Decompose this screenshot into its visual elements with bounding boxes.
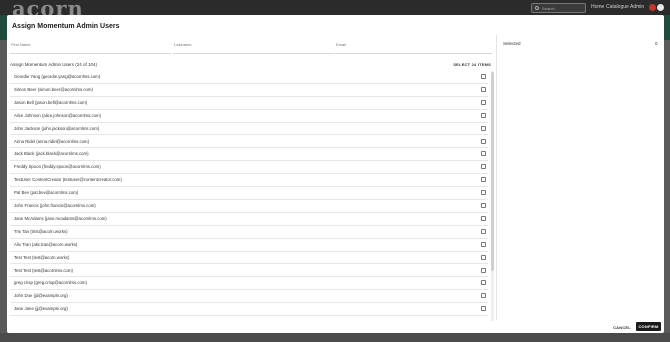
last-name-label: Lastname	[174, 42, 192, 47]
list-header: Assign Momentum Admin Users (24 of 104) …	[10, 62, 492, 69]
user-label: TestUser ContentCreator (testuser@conten…	[14, 177, 122, 183]
user-checkbox[interactable]	[481, 241, 486, 247]
user-label: John Francis (john.francis@acornlms.com)	[14, 203, 96, 208]
user-label: Freddy Spoon (freddy.spoon@acornlms.com)	[14, 164, 101, 170]
user-checkbox[interactable]	[481, 99, 486, 105]
confirm-button[interactable]: CONFIRM	[636, 322, 661, 331]
user-label: John Jackson (john.jackson@acornlms.com)	[14, 125, 100, 131]
user-label: John Doe (jd@example.org)	[14, 293, 68, 299]
list-item[interactable]: TestUser ContentCreator (testuser@conten…	[10, 174, 488, 188]
list-item[interactable]: Alice Johnson (alice.johnson@acornlms.co…	[10, 110, 488, 123]
user-label: Simon Beer (simon.beer@acornlms.com)	[14, 86, 93, 92]
modal-title: Assign Momentum Admin Users	[12, 23, 120, 30]
user-label: Test Test (test@acorn.works)	[14, 254, 70, 260]
list-item[interactable]: John Jackson (john.jackson@acornlms.com)	[10, 123, 488, 136]
user-checkbox[interactable]	[481, 151, 486, 157]
cancel-button[interactable]: CANCEL	[612, 323, 632, 331]
selected-panel-title: Selected	[503, 41, 521, 46]
user-label: Anna Ridel (anna.ridel@acornlms.com)	[14, 138, 90, 144]
list-item[interactable]: Test Test (test@acornlms.com)	[10, 265, 488, 278]
user-checkbox[interactable]	[481, 190, 486, 196]
user-checkbox[interactable]	[481, 177, 486, 183]
app-header: acorn Search Home Catalogue Admin	[0, 0, 670, 21]
user-label: Pat Bev (pat.bev@acornlms.com)	[14, 190, 79, 196]
list-item[interactable]: Test Test (test@acorn.works)	[10, 252, 488, 265]
list-item[interactable]: John Doe (jd@example.org)	[10, 290, 488, 304]
select-all-button[interactable]: SELECT 24 ITEMS	[453, 62, 491, 67]
avatar[interactable]	[657, 4, 664, 11]
user-checkbox[interactable]	[481, 203, 486, 208]
user-checkbox[interactable]	[481, 306, 486, 312]
list-item[interactable]: Jane McAdams (jane.mcadams@acornlms.com)	[10, 213, 488, 226]
user-label: Jack Black (jack.black@acornlms.com)	[14, 151, 89, 157]
last-name-field[interactable]: Lastname	[173, 41, 334, 54]
user-label: Tris Tan (trist@acorn.works)	[14, 228, 68, 234]
user-checkbox[interactable]	[481, 125, 486, 131]
nav-admin[interactable]: Admin	[630, 4, 644, 10]
user-label: Alice Johnson (alice.johnson@acornlms.co…	[14, 112, 101, 118]
user-label: Test Test (test@acornlms.com)	[14, 267, 73, 273]
nav-home[interactable]: Home	[591, 4, 604, 10]
page-footer	[0, 333, 670, 342]
email-field[interactable]: Email	[335, 41, 492, 54]
user-label: Jane Jane (jj@example.org)	[14, 306, 68, 312]
search-icon	[535, 6, 539, 10]
nav-catalogue[interactable]: Catalogue	[606, 4, 629, 10]
list-item[interactable]: greg crisp (greg.crisp@acornlms.com)	[10, 277, 488, 291]
user-checkbox[interactable]	[481, 293, 486, 299]
search-placeholder: Search	[542, 5, 555, 11]
list-item[interactable]: Jack Black (jack.black@acornlms.com)	[10, 148, 488, 162]
list-item[interactable]: Freddy Spoon (freddy.spoon@acornlms.com)	[10, 161, 488, 175]
list-item[interactable]: Simon Beer (simon.beer@acornlms.com)	[10, 84, 488, 97]
user-checkbox[interactable]	[481, 215, 486, 221]
list-item[interactable]: Jason Bell (jason.bell@acornlms.com)	[10, 97, 488, 110]
list-item[interactable]: Tris Tan (trist@acorn.works)	[10, 226, 488, 239]
user-checkbox[interactable]	[481, 267, 486, 273]
scrollbar-thumb[interactable]	[491, 72, 494, 271]
assign-users-modal: Assign Momentum Admin Users First Name L…	[7, 15, 664, 333]
user-checkbox[interactable]	[481, 86, 486, 92]
user-checkbox[interactable]	[481, 228, 486, 234]
user-label: Jane McAdams (jane.mcadams@acornlms.com)	[14, 215, 107, 221]
user-label: Geordie Yang (geordie.yang@acornlms.com)	[14, 74, 101, 79]
list-item[interactable]: Pat Bev (pat.bev@acornlms.com)	[10, 187, 488, 200]
user-checkbox[interactable]	[481, 74, 486, 79]
list-title: Assign Momentum Admin Users (24 of 104)	[10, 62, 98, 67]
user-checkbox[interactable]	[481, 138, 486, 144]
email-label: Email	[336, 42, 347, 47]
user-checkbox[interactable]	[481, 254, 486, 260]
list-item[interactable]: Anna Ridel (anna.ridel@acornlms.com)	[10, 136, 488, 149]
list-item[interactable]: Jane Jane (jj@example.org)	[10, 303, 488, 317]
list-item[interactable]: Alix Tran (alix.tran@acorn.works)	[10, 239, 488, 252]
search-box[interactable]: Search	[531, 3, 586, 13]
notification-icon[interactable]	[649, 4, 656, 11]
user-label: greg crisp (greg.crisp@acornlms.com)	[14, 280, 87, 286]
first-name-field[interactable]: First Name	[10, 41, 171, 54]
panel-divider	[496, 35, 497, 320]
user-label: Alix Tran (alix.tran@acorn.works)	[14, 241, 78, 247]
list-item[interactable]: John Francis (john.francis@acornlms.com)	[10, 200, 488, 213]
list-item[interactable]: Geordie Yang (geordie.yang@acornlms.com)	[10, 71, 488, 84]
user-list[interactable]: Geordie Yang (geordie.yang@acornlms.com)…	[7, 71, 492, 321]
first-name-label: First Name	[11, 42, 31, 47]
user-checkbox[interactable]	[481, 280, 486, 286]
selected-count: 0	[655, 41, 658, 46]
user-label: Jason Bell (jason.bell@acornlms.com)	[14, 99, 88, 105]
user-checkbox[interactable]	[481, 164, 486, 170]
user-checkbox[interactable]	[481, 112, 486, 118]
